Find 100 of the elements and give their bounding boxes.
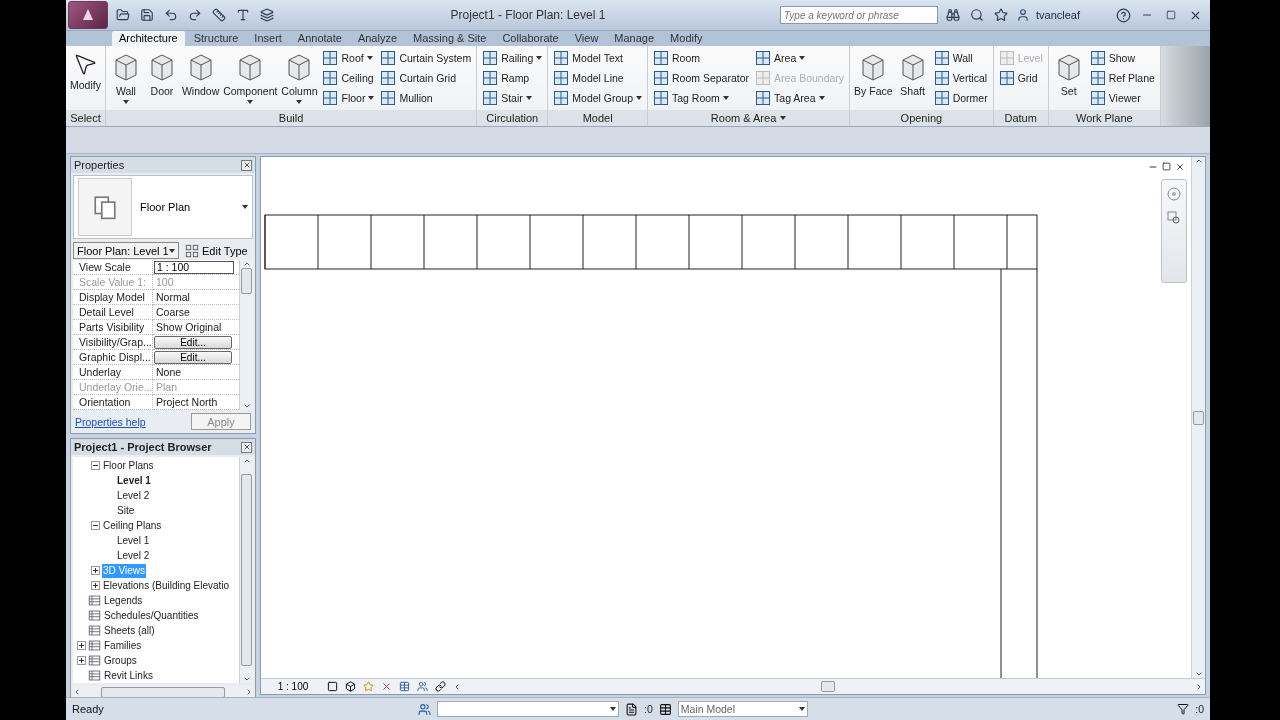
close-button[interactable]	[241, 159, 252, 171]
tool-button[interactable]: Door	[144, 49, 179, 110]
scrollbar[interactable]	[1191, 157, 1205, 678]
ribbon-tab[interactable]: Massing & Site	[406, 31, 494, 46]
help-button[interactable]	[1114, 6, 1132, 24]
panel-title: Model	[582, 112, 613, 124]
tool-button[interactable]: Ref Plane	[1087, 69, 1157, 87]
tool-button[interactable]: Grid	[996, 69, 1045, 87]
tree-item[interactable]: Legends	[103, 593, 144, 608]
tool-button[interactable]: Vertical	[931, 69, 990, 87]
tool-button[interactable]: Wall	[108, 49, 143, 110]
measure-button[interactable]	[210, 6, 228, 24]
tree-item[interactable]: Level 2	[116, 488, 151, 503]
tree-item[interactable]: Level 1	[116, 473, 152, 488]
tool-button[interactable]: Window	[180, 49, 221, 110]
design-option-dropdown[interactable]: Main Model	[677, 701, 808, 717]
tree-item[interactable]: Revit Links	[103, 668, 154, 683]
tree-item[interactable]: Ceiling Plans	[102, 518, 163, 533]
tool-button[interactable]: Model Group	[551, 89, 644, 107]
scroll-thumb[interactable]	[241, 268, 252, 294]
ribbon-tab[interactable]: Manage	[607, 31, 662, 46]
tool-button[interactable]: Dormer	[931, 89, 990, 107]
expand-toggle[interactable]	[77, 656, 86, 665]
expand-toggle[interactable]	[77, 641, 86, 650]
scrollbar[interactable]	[239, 260, 253, 410]
collapse-toggle[interactable]	[91, 461, 100, 470]
tree-item[interactable]: Families	[103, 638, 143, 653]
expand-toggle[interactable]	[91, 581, 100, 590]
edit-type-button[interactable]: Edit Type	[185, 243, 248, 258]
tool-button[interactable]: Floor	[320, 89, 377, 107]
tree-item[interactable]: Schedules/Quantities	[103, 608, 200, 623]
ribbon-tab[interactable]: Structure	[186, 31, 246, 46]
tree-item[interactable]: Level 1	[116, 533, 151, 548]
tool-button[interactable]: Ramp	[480, 69, 545, 87]
ribbon-tab[interactable]: Collaborate	[495, 31, 566, 46]
close-icon[interactable]	[1175, 162, 1185, 172]
ribbon-tab[interactable]: Analyze	[350, 31, 405, 46]
tool-button[interactable]: Area	[753, 49, 847, 67]
tool-button[interactable]: Curtain System	[378, 49, 474, 67]
save-button[interactable]	[138, 6, 156, 24]
search-field[interactable]: Type a keyword or phrase	[779, 6, 938, 24]
tree-item[interactable]: Groups	[103, 653, 138, 668]
visual-style-button[interactable]	[343, 680, 357, 693]
ribbon-tab[interactable]: Modify	[663, 31, 710, 46]
property-input[interactable]: 1 : 100	[154, 260, 234, 274]
tool-button[interactable]: Mullion	[378, 89, 474, 107]
view-button[interactable]	[258, 6, 276, 24]
view-scale-button[interactable]: 1 : 100	[265, 681, 321, 692]
tree-item[interactable]: Sheets (all)	[103, 623, 156, 638]
tool-button[interactable]: Roof	[320, 49, 377, 67]
expand-toggle[interactable]	[91, 566, 100, 575]
tool-button[interactable]: Ceiling	[320, 69, 377, 87]
tool-button[interactable]: Room Separator	[651, 69, 752, 87]
tool-button[interactable]: Tag Area	[753, 89, 847, 107]
tool-button[interactable]: Show	[1087, 49, 1157, 67]
tool-button[interactable]: Set	[1051, 49, 1086, 110]
edit-button[interactable]: Edit...	[154, 336, 232, 349]
detail-level-button[interactable]	[325, 680, 339, 693]
tool-button[interactable]: Viewer	[1087, 89, 1157, 107]
ribbon-tab[interactable]: Insert	[247, 31, 289, 46]
tool-button[interactable]: Modify	[69, 49, 102, 110]
hide-button[interactable]	[415, 680, 429, 693]
panel-title: Properties	[74, 159, 125, 171]
panel-title: Opening	[900, 112, 943, 124]
properties-help-link[interactable]: Properties help	[75, 415, 146, 428]
collapse-toggle[interactable]	[91, 521, 100, 530]
reveal-button[interactable]	[433, 680, 447, 693]
edit-button[interactable]: Edit...	[154, 351, 232, 364]
scrollbar[interactable]	[239, 457, 253, 683]
scroll-thumb[interactable]	[101, 686, 225, 698]
tool-button[interactable]: Model Text	[551, 49, 644, 67]
restore-icon[interactable]	[1162, 162, 1171, 171]
instance-dropdown[interactable]: Floor Plan: Level 1	[73, 242, 179, 259]
scroll-down-icon	[242, 675, 251, 683]
ribbon-tab[interactable]: View	[567, 31, 606, 46]
tool-button[interactable]: Wall	[931, 49, 990, 67]
tool-button[interactable]: By Face	[853, 49, 894, 110]
tree-item[interactable]: Site	[116, 503, 136, 518]
tree-item[interactable]: Level 2	[116, 548, 151, 563]
tool-button[interactable]: Model Line	[551, 69, 644, 87]
tool-button[interactable]: Column	[280, 49, 319, 110]
tool-button[interactable]: Component	[222, 49, 279, 110]
type-selector[interactable]: Floor Plan	[73, 175, 253, 239]
scroll-thumb[interactable]	[1193, 410, 1204, 425]
tool-button[interactable]: Railing	[480, 49, 545, 67]
ribbon-tab[interactable]: Annotate	[290, 31, 349, 46]
tool-button[interactable]: Room	[651, 49, 752, 67]
ribbon-tab[interactable]: Architecture	[112, 31, 185, 46]
crop-button[interactable]	[397, 680, 411, 693]
tool-button[interactable]: Shaft	[895, 49, 930, 110]
tool-button[interactable]: Stair	[480, 89, 545, 107]
tool-button[interactable]: Tag Room	[651, 89, 752, 107]
application-menu-button[interactable]	[68, 1, 108, 29]
filter-icon[interactable]	[1177, 703, 1190, 715]
tool-button[interactable]: Curtain Grid	[378, 69, 474, 87]
close-button[interactable]	[241, 441, 252, 453]
tree-item[interactable]: Elevations (Building Elevatio	[102, 578, 231, 593]
tree-item[interactable]: Floor Plans	[102, 458, 155, 473]
scroll-thumb[interactable]	[821, 681, 835, 692]
scroll-thumb[interactable]	[241, 474, 252, 666]
